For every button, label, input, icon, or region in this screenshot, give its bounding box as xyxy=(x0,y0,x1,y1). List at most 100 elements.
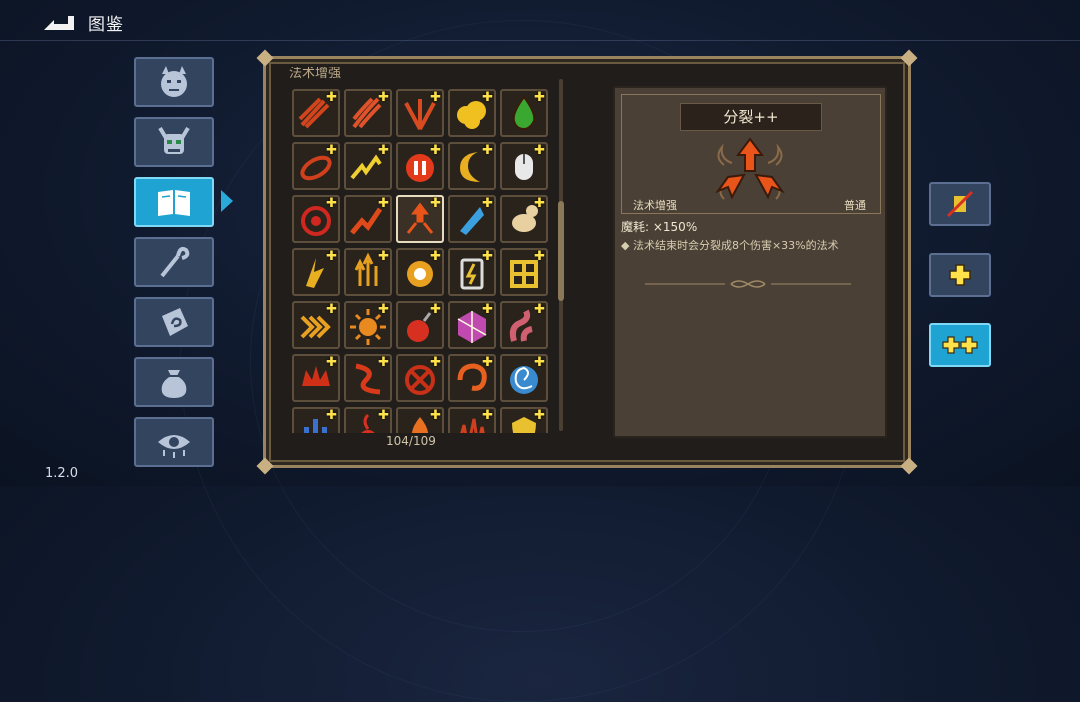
spell-card[interactable]: ✚ xyxy=(292,301,340,349)
spell-card[interactable]: ✚ xyxy=(396,248,444,296)
level-button-none[interactable] xyxy=(929,182,991,226)
spell-card[interactable]: ✚ xyxy=(292,407,340,433)
level-button-plus[interactable] xyxy=(929,253,991,297)
upgrade-plus-icon: ✚ xyxy=(326,355,337,370)
upgrade-plus-icon: ✚ xyxy=(534,90,545,105)
upgrade-plus-icon: ✚ xyxy=(430,302,441,317)
spell-card[interactable]: ✚ xyxy=(448,301,496,349)
upgrade-plus-icon: ✚ xyxy=(482,249,493,264)
open-book-icon xyxy=(158,190,190,216)
spell-card[interactable]: ✚ xyxy=(500,248,548,296)
upgrade-plus-icon: ✚ xyxy=(430,408,441,423)
scrollbar-thumb[interactable] xyxy=(558,201,564,301)
upgrade-plus-icon: ✚ xyxy=(378,355,389,370)
spell-card[interactable]: ✚ xyxy=(292,142,340,190)
spell-card[interactable]: ✚ xyxy=(344,248,392,296)
upgrade-plus-icon: ✚ xyxy=(430,90,441,105)
pouch-icon xyxy=(161,370,187,398)
spell-card[interactable]: ✚ xyxy=(344,354,392,402)
upgrade-plus-icon: ✚ xyxy=(326,408,337,423)
spell-card[interactable]: ✚ xyxy=(448,354,496,402)
spell-card[interactable]: ✚ xyxy=(344,142,392,190)
mana-cost: 魔耗: ×150% xyxy=(621,220,698,234)
spell-card[interactable]: ✚ xyxy=(396,195,444,243)
upgrade-plus-icon: ✚ xyxy=(534,408,545,423)
spell-card[interactable]: ✚ xyxy=(396,407,444,433)
top-bar: 图鉴 xyxy=(0,0,1080,42)
double-plus-icon xyxy=(942,336,978,354)
header-divider xyxy=(0,40,1080,41)
spell-card[interactable]: ✚ xyxy=(396,142,444,190)
upgrade-plus-icon: ✚ xyxy=(378,196,389,211)
spell-card[interactable]: ✚ xyxy=(396,354,444,402)
upgrade-plus-icon: ✚ xyxy=(326,196,337,211)
spell-rarity: 普通 xyxy=(844,199,866,212)
upgrade-plus-icon: ✚ xyxy=(482,196,493,211)
spell-card[interactable]: ✚ xyxy=(396,89,444,137)
upgrade-plus-icon: ✚ xyxy=(482,355,493,370)
spell-card[interactable]: ✚ xyxy=(344,301,392,349)
magic-staff-icon xyxy=(160,246,190,278)
tab-codex[interactable] xyxy=(134,177,214,227)
upgrade-plus-icon: ✚ xyxy=(430,355,441,370)
upgrade-plus-icon: ✚ xyxy=(378,143,389,158)
upgrade-plus-icon: ✚ xyxy=(378,302,389,317)
spell-category: 法术增强 xyxy=(633,199,677,212)
upgrade-plus-icon: ✚ xyxy=(482,143,493,158)
spell-card[interactable]: ✚ xyxy=(448,142,496,190)
tab-relics[interactable] xyxy=(134,297,214,347)
upgrade-plus-icon: ✚ xyxy=(378,90,389,105)
upgrade-plus-icon: ✚ xyxy=(482,302,493,317)
codex-frame: 法术增强 ✚ ✚ ✚ ✚ ✚ ✚ ✚ ✚ ✚ ✚ ✚ ✚ ✚ ✚ ✚ ✚ ✚ ✚ ✚ ✚ ✚ ✚ ✚ ✚ ✚ ✚ ✚ ✚ ✚ ✚ ✚ ✚ ✚ ✚ ✚… xyxy=(256,49,918,475)
spell-card[interactable]: ✚ xyxy=(344,89,392,137)
page-title: 图鉴 xyxy=(88,15,124,35)
spell-card[interactable]: ✚ xyxy=(500,195,548,243)
back-arrow-icon xyxy=(44,16,74,30)
tab-monsters[interactable] xyxy=(134,57,214,107)
spell-card[interactable]: ✚ xyxy=(292,354,340,402)
spell-card[interactable]: ✚ xyxy=(344,407,392,433)
upgrade-plus-icon: ✚ xyxy=(326,90,337,105)
grid-category-label: 法术增强 xyxy=(289,67,342,81)
upgrade-plus-icon: ✚ xyxy=(482,408,493,423)
upgrade-plus-icon: ✚ xyxy=(326,302,337,317)
tab-staffs[interactable] xyxy=(134,237,214,287)
frame-corner-ornament xyxy=(256,49,274,67)
frame-corner-ornament xyxy=(900,49,918,67)
spell-card[interactable]: ✚ xyxy=(448,89,496,137)
level-button-plusplus[interactable] xyxy=(929,323,991,367)
evil-eye-icon xyxy=(158,435,190,458)
upgrade-plus-icon: ✚ xyxy=(326,249,337,264)
tab-curses[interactable] xyxy=(134,417,214,467)
upgrade-plus-icon: ✚ xyxy=(534,143,545,158)
upgrade-plus-icon: ✚ xyxy=(430,196,441,211)
tab-items[interactable] xyxy=(134,357,214,407)
spell-card[interactable]: ✚ xyxy=(292,248,340,296)
upgrade-plus-icon: ✚ xyxy=(430,143,441,158)
spell-card[interactable]: ✚ xyxy=(500,142,548,190)
spell-description: ◆ 法术结束时会分裂成8个伤害×33%的法术 xyxy=(621,239,839,252)
spell-card[interactable]: ✚ xyxy=(500,89,548,137)
upgrade-plus-icon: ✚ xyxy=(534,355,545,370)
upgrade-plus-icon: ✚ xyxy=(534,302,545,317)
upgrade-plus-icon: ✚ xyxy=(326,143,337,158)
tab-bosses[interactable] xyxy=(134,117,214,167)
spell-card[interactable]: ✚ xyxy=(448,248,496,296)
spell-card[interactable]: ✚ xyxy=(500,354,548,402)
collection-count: 104/109 xyxy=(386,434,436,448)
spell-card[interactable]: ✚ xyxy=(500,301,548,349)
spell-card[interactable]: ✚ xyxy=(344,195,392,243)
spell-card[interactable]: ✚ xyxy=(396,301,444,349)
divider-ornament xyxy=(645,280,851,288)
spell-card[interactable]: ✚ xyxy=(292,195,340,243)
back-button[interactable] xyxy=(40,8,80,34)
horned-skull-icon xyxy=(158,126,190,154)
upgrade-plus-icon: ✚ xyxy=(378,249,389,264)
spell-card[interactable]: ✚ xyxy=(448,407,496,433)
spell-detail-header: 分裂++ 法术增强 普通 xyxy=(621,94,881,214)
spell-card[interactable]: ✚ xyxy=(448,195,496,243)
spell-card[interactable]: ✚ xyxy=(292,89,340,137)
version-label: 1.2.0 xyxy=(45,466,79,481)
spell-name: 分裂++ xyxy=(680,103,822,131)
spell-card[interactable]: ✚ xyxy=(500,407,548,433)
